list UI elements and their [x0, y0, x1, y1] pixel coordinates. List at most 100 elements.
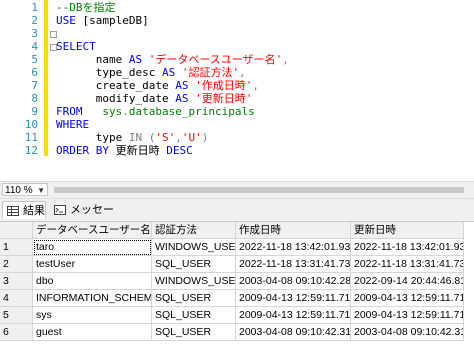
code-line: --DBを指定 — [56, 1, 116, 14]
code-line: WHERE — [56, 118, 89, 131]
table-cell[interactable]: INFORMATION_SCHEMA — [33, 290, 152, 307]
table-cell[interactable]: guest — [33, 324, 152, 341]
code-token: '更新日時' — [195, 92, 253, 105]
row-number[interactable]: 6 — [0, 324, 33, 341]
table-cell[interactable]: 2022-11-18 13:42:01.930 — [351, 239, 464, 256]
code-token: DESC — [166, 144, 193, 157]
table-cell[interactable]: testUser — [33, 256, 152, 273]
tab-messages[interactable]: メッセージ — [50, 201, 120, 234]
code-token: sys — [89, 105, 123, 118]
line-number: 7 — [31, 79, 38, 92]
code-token: ) — [201, 131, 209, 144]
row-number[interactable]: 3 — [0, 273, 33, 290]
code-line: modify_date AS '更新日時' — [56, 92, 253, 105]
grid-corner[interactable] — [0, 222, 33, 239]
zoom-select[interactable]: 110 % ▼ — [2, 183, 48, 196]
code-token: 'データベースユーザー名' — [148, 53, 283, 66]
table-cell[interactable]: 2022-09-14 20:44:46.810 — [351, 273, 464, 290]
table-cell[interactable]: dbo — [33, 273, 152, 290]
code-token: , — [252, 79, 259, 92]
code-token: 更新日時 — [115, 144, 167, 157]
line-number: 3 — [31, 27, 38, 40]
table-cell[interactable]: 2003-04-08 09:10:42.287 — [236, 273, 351, 290]
chevron-down-icon: ▼ — [37, 186, 45, 195]
line-number: 11 — [24, 131, 38, 144]
table-cell[interactable]: 2003-04-08 09:10:42.317 — [351, 324, 464, 341]
code-token: , — [282, 53, 289, 66]
line-number: 6 — [31, 66, 38, 79]
code-line: name AS 'データベースユーザー名', — [56, 53, 289, 66]
results-tab-strip: 結果 メッセージ — [0, 199, 474, 234]
table-cell[interactable]: 2009-04-13 12:59:11.717 — [351, 307, 464, 324]
table-cell[interactable]: SQL_USER — [152, 307, 236, 324]
code-line: SELECT — [56, 40, 96, 53]
line-number: 1 — [31, 1, 38, 14]
line-number: 8 — [31, 92, 38, 105]
table-cell[interactable]: sys — [33, 307, 152, 324]
table-cell[interactable]: 2022-11-18 13:31:41.737 — [236, 256, 351, 273]
code-token: modify_date — [56, 92, 176, 105]
table-cell[interactable]: 2009-04-13 12:59:11.717 — [236, 290, 351, 307]
table-cell[interactable]: taro — [33, 239, 152, 256]
code-token: type — [56, 131, 129, 144]
line-number: 4 — [31, 40, 38, 53]
code-line: type_desc AS '認証方法', — [56, 66, 246, 79]
change-tracking-bar — [44, 0, 48, 156]
table-cell[interactable]: 2022-11-18 13:31:41.737 — [351, 256, 464, 273]
row-number[interactable]: 2 — [0, 256, 33, 273]
code-token: name — [56, 53, 129, 66]
results-grid[interactable]: データベースユーザー名 認証方法 作成日時 更新日時 1 taro WINDOWS_USER… — [0, 222, 474, 345]
code-token: , — [239, 66, 246, 79]
table-cell[interactable]: WINDOWS_USER — [152, 239, 236, 256]
query-editor[interactable]: 1 2 3 4 5 6 7 8 9 10 11 12 --DBを指定 USE [sampleDB] SEL… — [0, 0, 474, 180]
collapse-toggle-use[interactable] — [50, 31, 57, 38]
column-header[interactable]: 更新日時 — [351, 222, 464, 239]
row-number[interactable]: 1 — [0, 239, 33, 256]
zoom-value: 110 % — [5, 185, 33, 196]
table-cell[interactable]: 2009-04-13 12:59:11.717 — [236, 307, 351, 324]
row-number[interactable]: 5 — [0, 307, 33, 324]
horizontal-scrollbar[interactable] — [50, 186, 470, 194]
tab-results-label: 結果 — [23, 205, 45, 217]
code-token: USE — [56, 14, 83, 27]
code-token: WHERE — [56, 118, 90, 131]
code-line: ORDER BY 更新日時 DESC — [56, 144, 193, 157]
line-number: 9 — [31, 105, 38, 118]
line-number: 2 — [31, 14, 38, 27]
code-line: create_date AS '作成日時', — [56, 79, 259, 92]
code-token: 'U' — [181, 131, 202, 144]
code-line: USE [sampleDB] — [56, 14, 149, 27]
row-number[interactable]: 4 — [0, 290, 33, 307]
code-token: IN — [128, 131, 149, 144]
scrollbar-thumb[interactable] — [54, 187, 464, 193]
code-token: AS — [128, 53, 149, 66]
line-number: 5 — [31, 53, 38, 66]
code-token: SELECT — [56, 40, 96, 53]
code-token: . — [122, 105, 129, 118]
code-token: FROM — [56, 105, 90, 118]
column-header[interactable]: 作成日時 — [236, 222, 351, 239]
code-token: database_principals — [128, 105, 255, 118]
code-token: '作成日時' — [195, 79, 253, 92]
table-cell[interactable]: 2003-04-08 09:10:42.317 — [236, 324, 351, 341]
table-cell[interactable]: 2022-11-18 13:42:01.930 — [236, 239, 351, 256]
code-token: AS — [175, 92, 196, 105]
column-header[interactable]: データベースユーザー名 — [33, 222, 152, 239]
code-token: AS — [161, 66, 182, 79]
code-token: create_date — [56, 79, 176, 92]
column-header[interactable]: 認証方法 — [152, 222, 236, 239]
tab-results[interactable]: 結果 — [2, 201, 46, 219]
table-cell[interactable]: SQL_USER — [152, 290, 236, 307]
table-cell[interactable]: WINDOWS_USER — [152, 273, 236, 290]
line-number-gutter: 1 2 3 4 5 6 7 8 9 10 11 12 — [0, 0, 50, 180]
code-token: [sampleDB] — [82, 14, 149, 27]
grid-icon — [7, 206, 19, 216]
code-token: type_desc — [56, 66, 162, 79]
code-token: '認証方法' — [181, 66, 240, 79]
code-line: type IN ('S','U') — [56, 131, 209, 144]
table-cell[interactable]: SQL_USER — [152, 256, 236, 273]
table-cell[interactable]: SQL_USER — [152, 324, 236, 341]
table-cell[interactable]: 2009-04-13 12:59:11.717 — [351, 290, 464, 307]
code-token: , — [175, 131, 182, 144]
editor-status-bar: 110 % ▼ — [0, 181, 474, 199]
